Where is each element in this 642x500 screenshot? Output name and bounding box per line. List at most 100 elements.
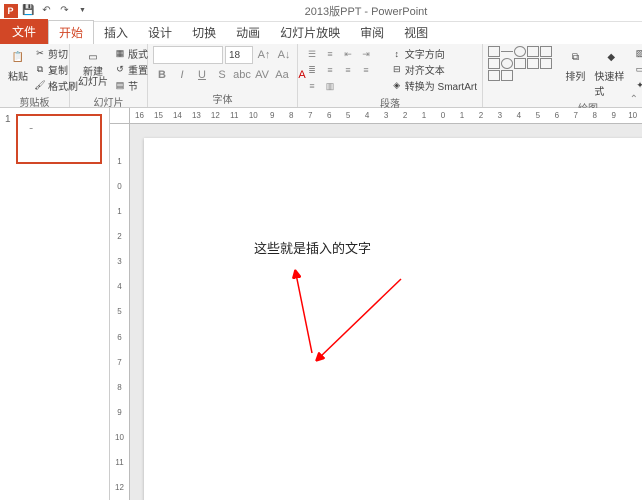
fill-icon: ▨: [634, 48, 642, 60]
columns-button[interactable]: ▥: [321, 78, 339, 94]
shape-outline-button[interactable]: ▭形状轮廓: [634, 62, 642, 77]
slide-thumbnail-pane: 1 ⎯: [0, 108, 110, 500]
collapse-ribbon-icon[interactable]: ⌃: [630, 94, 638, 105]
quick-access-toolbar: P 💾 ↶ ↷ ▼: [0, 3, 90, 18]
group-slides: ▭ 新建 幻灯片 ▦版式 ↺重置 ▤节 幻灯片: [70, 44, 148, 107]
reset-icon: ↺: [114, 64, 126, 76]
tab-home[interactable]: 开始: [48, 20, 94, 44]
slide-thumbnail-1[interactable]: ⎯: [16, 114, 102, 164]
save-icon[interactable]: 💾: [21, 3, 36, 18]
group-label-clipboard: 剪贴板: [5, 93, 64, 109]
reset-button[interactable]: ↺重置: [114, 62, 148, 77]
shape-line[interactable]: [501, 51, 513, 52]
indent-inc-button[interactable]: ⇥: [357, 46, 375, 62]
layout-icon: ▦: [114, 48, 126, 60]
redo-icon[interactable]: ↷: [57, 3, 72, 18]
shape-9[interactable]: [527, 58, 539, 69]
spacing-button[interactable]: AV: [253, 66, 271, 84]
arrange-button[interactable]: ⧉ 排列: [562, 46, 588, 84]
align-text-icon: ⊟: [391, 64, 403, 76]
shape-effects-button[interactable]: ✦形状效果: [634, 78, 642, 93]
ribbon-tabs: 文件 开始 插入 设计 切换 动画 幻灯片放映 审阅 视图: [0, 22, 642, 44]
shape-gallery[interactable]: [488, 46, 559, 81]
tab-insert[interactable]: 插入: [94, 21, 138, 44]
window-title: 2013版PPT - PowerPoint: [90, 3, 642, 19]
thumb-text: ⎯: [30, 126, 33, 133]
quickstyle-icon: ◆: [601, 47, 621, 67]
underline-button[interactable]: U: [193, 66, 211, 84]
inserted-text[interactable]: 这些就是插入的文字: [254, 240, 374, 258]
justify-button[interactable]: ≡: [303, 78, 321, 94]
new-slide-button[interactable]: ▭ 新建 幻灯片: [75, 46, 111, 89]
indent-dec-button[interactable]: ⇤: [339, 46, 357, 62]
shape-oval[interactable]: [514, 46, 526, 57]
decrease-font-icon[interactable]: A↓: [275, 46, 293, 64]
shape-tri[interactable]: [540, 46, 552, 57]
shape-12[interactable]: [501, 70, 513, 81]
tab-review[interactable]: 审阅: [350, 21, 394, 44]
paste-icon: 📋: [8, 47, 28, 67]
shape-rect[interactable]: [488, 46, 500, 57]
strikethrough-button[interactable]: S: [213, 66, 231, 84]
ruler-corner: [110, 108, 130, 124]
slide-viewport[interactable]: 这些就是插入的文字: [130, 124, 642, 500]
slide-canvas-area: 16151413121110987654321012345678910 1012…: [110, 108, 642, 500]
undo-icon[interactable]: ↶: [39, 3, 54, 18]
horizontal-ruler: 16151413121110987654321012345678910: [130, 108, 642, 124]
shape-7[interactable]: [501, 58, 513, 69]
tab-animations[interactable]: 动画: [226, 21, 270, 44]
font-size-input[interactable]: [225, 46, 253, 64]
outline-icon: ▭: [634, 64, 642, 76]
shape-10[interactable]: [540, 58, 552, 69]
annotation-arrow-2: [309, 273, 409, 368]
shape-arrow[interactable]: [527, 46, 539, 57]
tab-view[interactable]: 视图: [394, 21, 438, 44]
shape-6[interactable]: [488, 58, 500, 69]
section-icon: ▤: [114, 80, 126, 92]
tab-transitions[interactable]: 切换: [182, 21, 226, 44]
ribbon: 📋 粘贴 ✂剪切 ⧉复制 🖌格式刷 剪贴板 ▭ 新建 幻灯片 ▦版式 ↺重置 ▤…: [0, 44, 642, 108]
align-text-button[interactable]: ⊟对齐文本: [391, 62, 477, 77]
case-button[interactable]: Aa: [273, 66, 291, 84]
group-clipboard: 📋 粘贴 ✂剪切 ⧉复制 🖌格式刷 剪贴板: [0, 44, 70, 107]
tab-design[interactable]: 设计: [138, 21, 182, 44]
paste-button[interactable]: 📋 粘贴: [5, 46, 31, 84]
shape-fill-button[interactable]: ▨形状填充: [634, 46, 642, 61]
shape-8[interactable]: [514, 58, 526, 69]
bullets-button[interactable]: ☰: [303, 46, 321, 62]
group-font: A↑ A↓ B I U S abc AV Aa A 字体: [148, 44, 298, 107]
group-label-font: 字体: [153, 90, 292, 106]
layout-button[interactable]: ▦版式: [114, 46, 148, 61]
align-center-button[interactable]: ≡: [339, 62, 357, 78]
align-right-button[interactable]: ≡: [357, 62, 375, 78]
italic-button[interactable]: I: [173, 66, 191, 84]
powerpoint-logo-icon: P: [3, 3, 18, 18]
quick-styles-button[interactable]: ◆ 快速样式: [591, 46, 631, 99]
text-direction-button[interactable]: ↕文字方向: [391, 46, 477, 61]
vertical-ruler: 10123456789101112: [110, 124, 130, 500]
qat-dropdown-icon[interactable]: ▼: [75, 3, 90, 18]
group-drawing: ⧉ 排列 ◆ 快速样式 ▨形状填充 ▭形状轮廓 ✦形状效果 绘图: [483, 44, 642, 107]
effects-icon: ✦: [634, 80, 642, 92]
new-slide-label: 新建 幻灯片: [78, 68, 108, 88]
shadow-button[interactable]: abc: [233, 66, 251, 84]
group-label-slides: 幻灯片: [75, 93, 142, 109]
increase-font-icon[interactable]: A↑: [255, 46, 273, 64]
slide[interactable]: 这些就是插入的文字: [144, 138, 642, 500]
line-spacing-button[interactable]: ≣: [303, 62, 321, 78]
smartart-button[interactable]: ◈转换为 SmartArt: [391, 78, 477, 93]
title-bar: P 💾 ↶ ↷ ▼ 2013版PPT - PowerPoint: [0, 0, 642, 22]
font-family-input[interactable]: [153, 46, 223, 64]
slide-number: 1: [5, 114, 11, 125]
smartart-icon: ◈: [391, 80, 403, 92]
numbering-button[interactable]: ≡: [321, 46, 339, 62]
paste-label: 粘贴: [8, 68, 28, 83]
tab-file[interactable]: 文件: [0, 19, 48, 44]
tab-slideshow[interactable]: 幻灯片放映: [270, 21, 350, 44]
align-left-button[interactable]: ≡: [321, 62, 339, 78]
section-button[interactable]: ▤节: [114, 78, 148, 93]
arrange-icon: ⧉: [565, 47, 585, 67]
shape-11[interactable]: [488, 70, 500, 81]
cut-icon: ✂: [34, 48, 46, 60]
bold-button[interactable]: B: [153, 66, 171, 84]
